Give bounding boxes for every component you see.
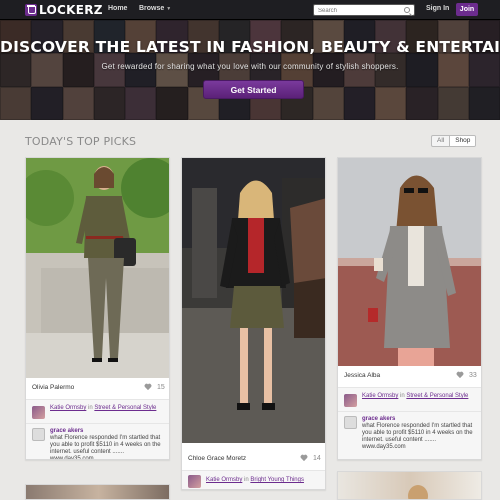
board-link[interactable]: Street & Personal Style (406, 393, 468, 399)
pin-title[interactable]: Chloe Grace Moretz (188, 455, 246, 462)
pin-photo-image (26, 158, 169, 378)
divider (26, 423, 169, 424)
pin-info-row: Olivia Palermo 15 (26, 378, 169, 398)
search-icon[interactable] (404, 7, 410, 13)
pin-meta: Katie Ormsby in Street & Personal Style … (338, 388, 481, 459)
heart-icon[interactable] (300, 455, 308, 462)
commenter-name[interactable]: grace akers (50, 428, 83, 434)
get-started-button[interactable]: Get Started (203, 80, 304, 99)
pin-title[interactable]: Olivia Palermo (32, 384, 74, 391)
avatar[interactable] (188, 475, 201, 488)
pin-photo-image (408, 485, 428, 499)
board-link[interactable]: Street & Personal Style (94, 405, 156, 411)
pin-card[interactable]: Jessica Alba 33 Katie Ormsby in Street &… (337, 157, 482, 460)
board-link[interactable]: Bright Young Things (250, 477, 304, 483)
pin-attribution: Katie Ormsby in Street & Personal Style (362, 393, 478, 400)
filter-toggle: All Shop (431, 135, 477, 147)
chevron-down-icon: ▼ (166, 6, 172, 12)
pin-title[interactable]: Jessica Alba (344, 372, 380, 379)
pin-photo[interactable] (338, 158, 481, 366)
avatar[interactable] (32, 428, 45, 441)
pin-photo-image (338, 158, 481, 366)
search-input[interactable] (314, 6, 400, 16)
pin-card[interactable]: Chloe Grace Moretz 14 Katie Ormsby in Br… (181, 157, 326, 490)
lockerz-logo-icon (25, 4, 37, 16)
filter-all-button[interactable]: All (432, 136, 449, 146)
in-word: in (88, 405, 93, 411)
avatar[interactable] (32, 406, 45, 419)
hero-title: DISCOVER THE LATEST IN FASHION, BEAUTY &… (0, 38, 500, 56)
pin-photo[interactable] (182, 158, 325, 443)
comment-text: what Florence responded I'm startled tha… (50, 435, 161, 460)
logo-text: LOCKERZ (39, 3, 103, 17)
nav-home-link[interactable]: Home (108, 5, 127, 12)
pin-attribution: Katie Ormsby in Bright Young Things (206, 477, 324, 484)
sign-in-link[interactable]: Sign In (426, 5, 449, 12)
hero-subtitle: Get rewarded for sharing what you love w… (101, 62, 399, 71)
section-title: TODAY'S TOP PICKS (25, 135, 137, 148)
filter-shop-button[interactable]: Shop (449, 136, 476, 146)
pin-card[interactable] (25, 484, 170, 500)
top-navigation-bar: LOCKERZ Home Browse▼ Sign In Join (0, 0, 500, 20)
pin-photo[interactable] (26, 485, 169, 499)
pin-info-row: Chloe Grace Moretz 14 (182, 449, 325, 469)
pin-meta: Katie Ormsby in Bright Young Things (182, 471, 325, 489)
like-count: 14 (313, 455, 321, 462)
lockerz-logo[interactable]: LOCKERZ (25, 3, 103, 17)
hero-banner: DISCOVER THE LATEST IN FASHION, BEAUTY &… (0, 20, 500, 120)
pin-card[interactable]: Olivia Palermo 15 Katie Ormsby in Street… (25, 157, 170, 460)
pin-attribution: Katie Ormsby in Street & Personal Style (50, 405, 166, 412)
pin-meta: Katie Ormsby in Street & Personal Style … (26, 400, 169, 460)
user-link[interactable]: Katie Ormsby (362, 393, 398, 399)
pin-photo[interactable] (26, 158, 169, 378)
pin-info-row: Jessica Alba 33 (338, 366, 481, 386)
heart-icon[interactable] (144, 384, 152, 391)
search-box[interactable] (313, 4, 415, 16)
nav-browse-label: Browse (139, 5, 165, 12)
like-count: 33 (469, 372, 477, 379)
avatar[interactable] (344, 416, 357, 429)
avatar[interactable] (344, 394, 357, 407)
join-button[interactable]: Join (456, 3, 478, 16)
pin-photo[interactable] (338, 472, 481, 499)
heart-icon[interactable] (456, 372, 464, 379)
pin-photo-image (182, 158, 325, 443)
comment-text: what Florence responded I'm startled tha… (362, 423, 473, 450)
in-word: in (244, 477, 249, 483)
commenter-name[interactable]: grace akers (362, 416, 395, 422)
nav-browse-menu[interactable]: Browse ▼ (139, 5, 171, 12)
in-word: in (400, 393, 405, 399)
user-link[interactable]: Katie Ormsby (206, 477, 242, 483)
like-count: 15 (157, 384, 165, 391)
user-link[interactable]: Katie Ormsby (50, 405, 86, 411)
divider (338, 411, 481, 412)
pin-card[interactable] (337, 471, 482, 500)
